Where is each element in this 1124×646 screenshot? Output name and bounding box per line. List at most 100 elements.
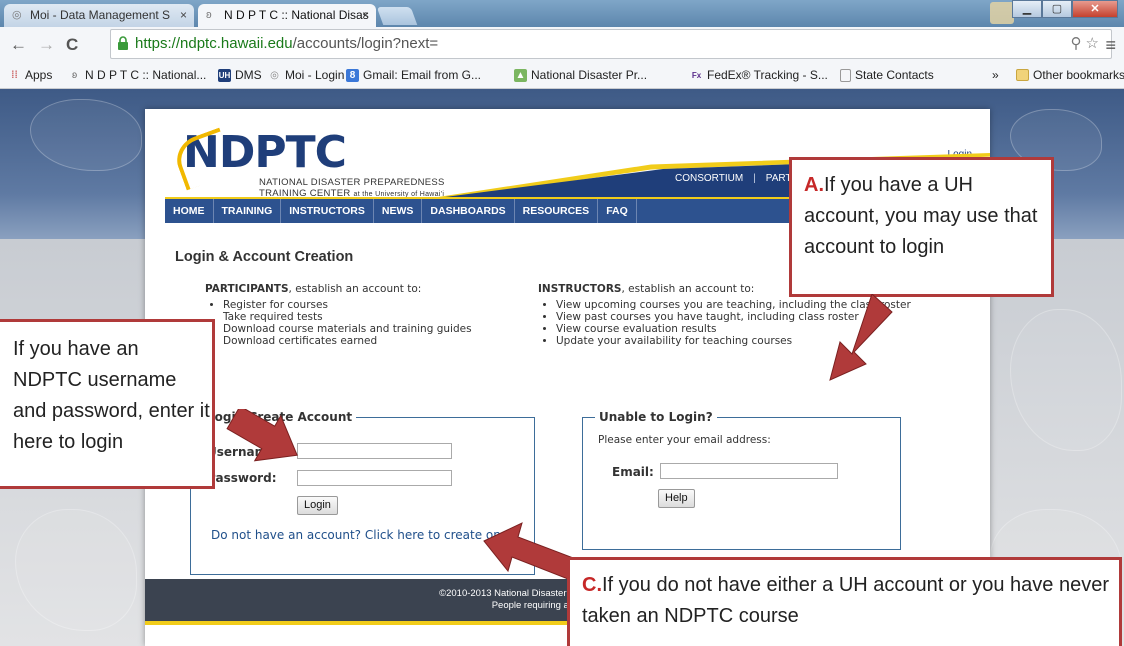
instructors-heading-rest: , establish an account to: [621, 283, 755, 295]
bookmark-label: Apps [25, 68, 53, 82]
moi-icon: ◎ [270, 69, 279, 81]
annotation-c-text: If you do not have either a UH account o… [582, 574, 1109, 627]
window-close-icon[interactable]: ✕ [1072, 0, 1118, 18]
bookmark-dms[interactable]: UH DMS [218, 68, 262, 82]
star-icon[interactable]: ☆ [1086, 35, 1103, 52]
ndp-icon: ▲ [514, 68, 527, 82]
annotation-a-text: If you have a UH account, you may use th… [804, 174, 1038, 258]
bookmarks-bar: ⁞⁞ Apps ʚ N D P T C :: National... UH DMS ◎… [0, 64, 1124, 89]
bookmark-label: Moi - Login [285, 68, 345, 82]
password-input[interactable] [297, 470, 452, 486]
tab-moi[interactable]: ◎ Moi - Data Management S × [4, 4, 194, 27]
tab-ndptc[interactable]: ʚ N D P T C :: National Disas × [198, 4, 376, 27]
bookmark-label: N D P T C :: National... [85, 68, 207, 82]
menu-icon[interactable]: ≡ [1105, 35, 1116, 56]
create-account-link[interactable]: Do not have an account? Click here to cr… [210, 528, 513, 543]
bookmark-apps[interactable]: ⁞⁞ Apps [8, 68, 52, 82]
annotation-a: A.If you have a UH account, you may use … [789, 157, 1054, 297]
unable-legend: Unable to Login? [599, 410, 713, 424]
participants-column: PARTICIPANTS, establish an account to: R… [205, 283, 535, 347]
help-button[interactable]: Help [658, 489, 695, 508]
folder-icon [1016, 69, 1029, 81]
nav-faq[interactable]: FAQ [598, 199, 637, 223]
bookmark-label: Other bookmarks [1033, 68, 1124, 82]
browser-toolbar: ← → C https://ndptc.hawaii.edu/accounts/… [0, 27, 1124, 65]
nav-instructors[interactable]: INSTRUCTORS [281, 199, 374, 223]
url-text: https://ndptc.hawaii.edu/accounts/login?… [135, 35, 438, 52]
page-icon [840, 68, 851, 82]
arrow-a-icon [829, 294, 893, 381]
nav-resources[interactable]: RESOURCES [515, 199, 599, 223]
other-bookmarks[interactable]: Other bookmarks [1016, 68, 1124, 82]
participants-heading-rest: , establish an account to: [288, 283, 422, 295]
username-input[interactable] [297, 443, 452, 459]
close-icon[interactable]: × [362, 4, 369, 26]
reload-icon[interactable]: C [66, 35, 78, 55]
bookmark-label: FedEx® Tracking - S... [707, 68, 828, 82]
close-icon[interactable]: × [180, 4, 187, 26]
zoom-icon[interactable]: ⚲ [1071, 35, 1086, 52]
url-host: https://ndptc.hawaii.edu [135, 35, 293, 52]
annotation-b: If you have an NDPTC username and passwo… [0, 319, 215, 489]
bookmark-ndp[interactable]: ▲ National Disaster Pr... [514, 68, 647, 82]
maximize-icon[interactable]: ▢ [1042, 0, 1072, 18]
nav-training[interactable]: TRAINING [214, 199, 282, 223]
forward-icon[interactable]: → [38, 35, 55, 55]
subnav-consortium[interactable]: CONSORTIUM [675, 173, 743, 184]
new-tab-button[interactable] [376, 7, 418, 25]
nav-home[interactable]: HOME [165, 199, 214, 223]
nav-news[interactable]: NEWS [374, 199, 423, 223]
sub-navigation: CONSORTIUM | PART [675, 173, 792, 184]
fedex-icon: Fx [691, 70, 702, 80]
page-viewport: NDPTC NATIONAL DISASTER PREPAREDNESS TRA… [0, 89, 1124, 646]
bookmarks-overflow[interactable]: » [992, 68, 999, 82]
annotation-a-lead: A. [804, 174, 824, 196]
tab-label: N D P T C :: National Disas [224, 8, 369, 22]
list-item: Download certificates earned [223, 335, 378, 347]
bookmark-ndptc[interactable]: ʚ N D P T C :: National... [68, 68, 206, 82]
url-path: /accounts/login?next= [292, 35, 439, 52]
bookmark-state-contacts[interactable]: State Contacts [840, 68, 934, 82]
omnibox-icons: ⚲☆ [1071, 34, 1103, 52]
arrow-c-icon [483, 522, 577, 580]
window-controls: ▁ ▢ ✕ [1012, 0, 1118, 20]
ndptc-icon: ʚ [71, 69, 78, 81]
list-item: Download course materials and training g… [223, 323, 472, 335]
tab-label: Moi - Data Management S [30, 8, 171, 22]
participants-list: Register for courses Take required tests… [205, 299, 535, 347]
bookmark-label: DMS [235, 68, 262, 82]
nav-dashboards[interactable]: DASHBOARDS [422, 199, 515, 223]
logo-line1: NATIONAL DISASTER PREPAREDNESS [259, 177, 445, 188]
gmail-icon: 8 [346, 68, 359, 82]
bookmark-moi[interactable]: ◎ Moi - Login [268, 68, 344, 82]
bookmark-fedex[interactable]: Fx FedEx® Tracking - S... [690, 68, 828, 82]
user-profile-icon[interactable] [990, 2, 1014, 24]
minimize-icon[interactable]: ▁ [1012, 0, 1042, 18]
annotation-c-lead: C. [582, 574, 602, 596]
unable-to-login-fieldset: Unable to Login? [582, 410, 901, 550]
apps-icon: ⁞⁞ [11, 69, 18, 81]
login-button[interactable]: Login [297, 496, 338, 515]
list-item: Take required tests [223, 311, 323, 323]
bookmark-label: State Contacts [855, 68, 934, 82]
arrow-b-icon [226, 409, 298, 462]
moi-tab-icon: ◎ [12, 9, 22, 21]
tab-strip: ◎ Moi - Data Management S × ʚ N D P T C … [0, 0, 1124, 27]
back-icon[interactable]: ← [10, 35, 27, 55]
subnav-partners[interactable]: PART [766, 173, 792, 184]
unable-message: Please enter your email address: [598, 434, 771, 446]
bookmark-gmail[interactable]: 8 Gmail: Email from G... [346, 68, 481, 82]
ndptc-logo[interactable]: NDPTC NATIONAL DISASTER PREPAREDNESS TRA… [170, 127, 444, 199]
participants-heading: PARTICIPANTS, establish an account to: [205, 283, 535, 295]
address-bar[interactable]: https://ndptc.hawaii.edu/accounts/login?… [110, 29, 1112, 59]
list-item: Register for courses [223, 299, 535, 311]
email-input[interactable] [660, 463, 838, 479]
uh-icon: UH [218, 68, 231, 82]
annotation-c: C.If you do not have either a UH account… [567, 557, 1122, 646]
participants-heading-bold: PARTICIPANTS [205, 283, 289, 295]
lock-icon [118, 36, 128, 50]
ndptc-tab-icon: ʚ [206, 9, 212, 21]
email-label: Email: [612, 465, 654, 479]
instructors-heading-bold: INSTRUCTORS [538, 283, 622, 295]
annotation-b-text: If you have an NDPTC username and passwo… [13, 338, 210, 453]
